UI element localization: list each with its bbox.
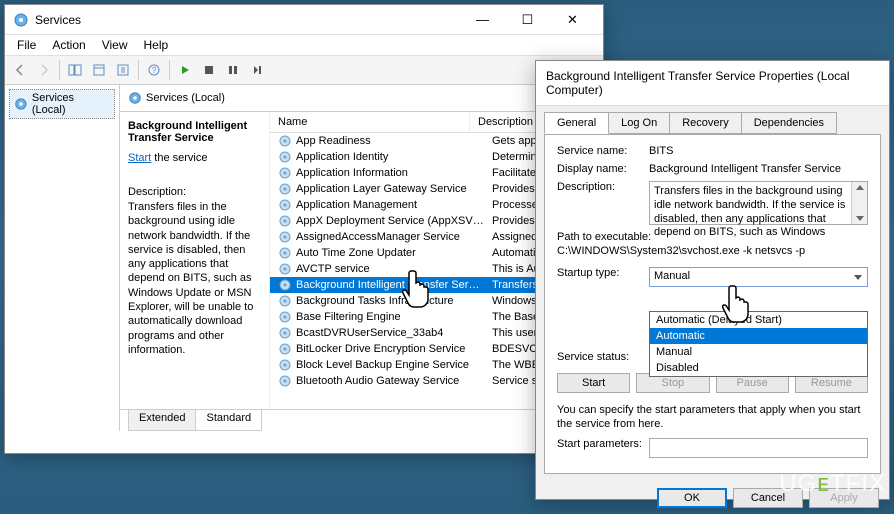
label-service-name: Service name:: [557, 145, 649, 157]
startup-type-select[interactable]: Manual: [649, 267, 868, 287]
label-description: Description:: [557, 181, 649, 193]
gear-icon: [278, 150, 292, 164]
gear-icon: [278, 278, 292, 292]
value-display-name: Background Intelligent Transfer Service: [649, 163, 868, 175]
tab-dependencies[interactable]: Dependencies: [741, 112, 837, 134]
toolbar: ?: [5, 55, 603, 85]
start-button[interactable]: Start: [557, 373, 630, 393]
scrollbar[interactable]: [851, 182, 867, 224]
gear-icon: [278, 342, 292, 356]
close-button[interactable]: ✕: [550, 6, 595, 34]
hint-text: You can specify the start parameters tha…: [557, 403, 868, 432]
option-manual[interactable]: Manual: [650, 344, 867, 360]
gear-icon: [278, 326, 292, 340]
option-automatic-delayed[interactable]: Automatic (Delayed Start): [650, 312, 867, 328]
dialog-title: Background Intelligent Transfer Service …: [536, 61, 889, 106]
services-window: Services — ☐ ✕ File Action View Help ? S…: [4, 4, 604, 454]
tab-logon[interactable]: Log On: [608, 112, 670, 134]
services-icon: [13, 12, 29, 28]
gear-icon: [278, 166, 292, 180]
gear-icon: [278, 198, 292, 212]
menu-action[interactable]: Action: [44, 36, 93, 54]
value-service-name: BITS: [649, 145, 868, 157]
window-title: Services: [35, 13, 460, 27]
gear-icon: [278, 214, 292, 228]
tree-pane: Services (Local): [5, 85, 120, 431]
menu-view[interactable]: View: [94, 36, 136, 54]
restart-service-button[interactable]: [246, 59, 268, 81]
selected-service-name: Background Intelligent Transfer Service: [128, 120, 261, 144]
properties-button[interactable]: [88, 59, 110, 81]
startup-type-dropdown[interactable]: Automatic (Delayed Start) Automatic Manu…: [649, 311, 868, 377]
menu-help[interactable]: Help: [136, 36, 177, 54]
menubar: File Action View Help: [5, 35, 603, 55]
label-startup-type: Startup type:: [557, 267, 649, 279]
help-button[interactable]: ?: [143, 59, 165, 81]
gear-icon: [278, 246, 292, 260]
label-service-status: Service status:: [557, 351, 649, 363]
maximize-button[interactable]: ☐: [505, 6, 550, 34]
pane-icon: [128, 91, 142, 105]
services-tree-icon: [14, 97, 28, 111]
show-hide-tree-button[interactable]: [64, 59, 86, 81]
menu-file[interactable]: File: [9, 36, 44, 54]
gear-icon: [278, 230, 292, 244]
gear-icon: [278, 374, 292, 388]
stop-service-button[interactable]: [198, 59, 220, 81]
label-start-params: Start parameters:: [557, 438, 649, 450]
start-service-link[interactable]: Start: [128, 152, 151, 164]
description-field[interactable]: Transfers files in the background using …: [649, 181, 868, 225]
column-name[interactable]: Name: [270, 112, 470, 132]
start-service-button[interactable]: [174, 59, 196, 81]
tree-services-local[interactable]: Services (Local): [9, 89, 115, 119]
gear-icon: [278, 310, 292, 324]
option-automatic[interactable]: Automatic: [650, 328, 867, 344]
gear-icon: [278, 294, 292, 308]
gear-icon: [278, 182, 292, 196]
tab-general[interactable]: General: [544, 112, 609, 134]
export-button[interactable]: [112, 59, 134, 81]
description-text: Transfers files in the background using …: [128, 200, 261, 357]
pause-service-button[interactable]: [222, 59, 244, 81]
ok-button[interactable]: OK: [657, 488, 727, 508]
value-path: C:\WINDOWS\System32\svchost.exe -k netsv…: [557, 245, 868, 257]
pane-header: Services (Local): [120, 85, 603, 112]
properties-dialog: Background Intelligent Transfer Service …: [535, 60, 890, 500]
option-disabled[interactable]: Disabled: [650, 360, 867, 376]
description-label: Description:: [128, 186, 261, 198]
gear-icon: [278, 134, 292, 148]
forward-button[interactable]: [33, 59, 55, 81]
minimize-button[interactable]: —: [460, 6, 505, 34]
back-button[interactable]: [9, 59, 31, 81]
titlebar[interactable]: Services — ☐ ✕: [5, 5, 603, 35]
tab-extended[interactable]: Extended: [128, 410, 196, 431]
start-parameters-input[interactable]: [649, 438, 868, 458]
service-detail-panel: Background Intelligent Transfer Service …: [120, 112, 270, 409]
watermark: UGᴇTFIX: [779, 470, 886, 498]
tab-recovery[interactable]: Recovery: [669, 112, 741, 134]
tab-standard[interactable]: Standard: [195, 410, 262, 431]
gear-icon: [278, 358, 292, 372]
svg-text:?: ?: [152, 66, 157, 75]
label-display-name: Display name:: [557, 163, 649, 175]
gear-icon: [278, 262, 292, 276]
